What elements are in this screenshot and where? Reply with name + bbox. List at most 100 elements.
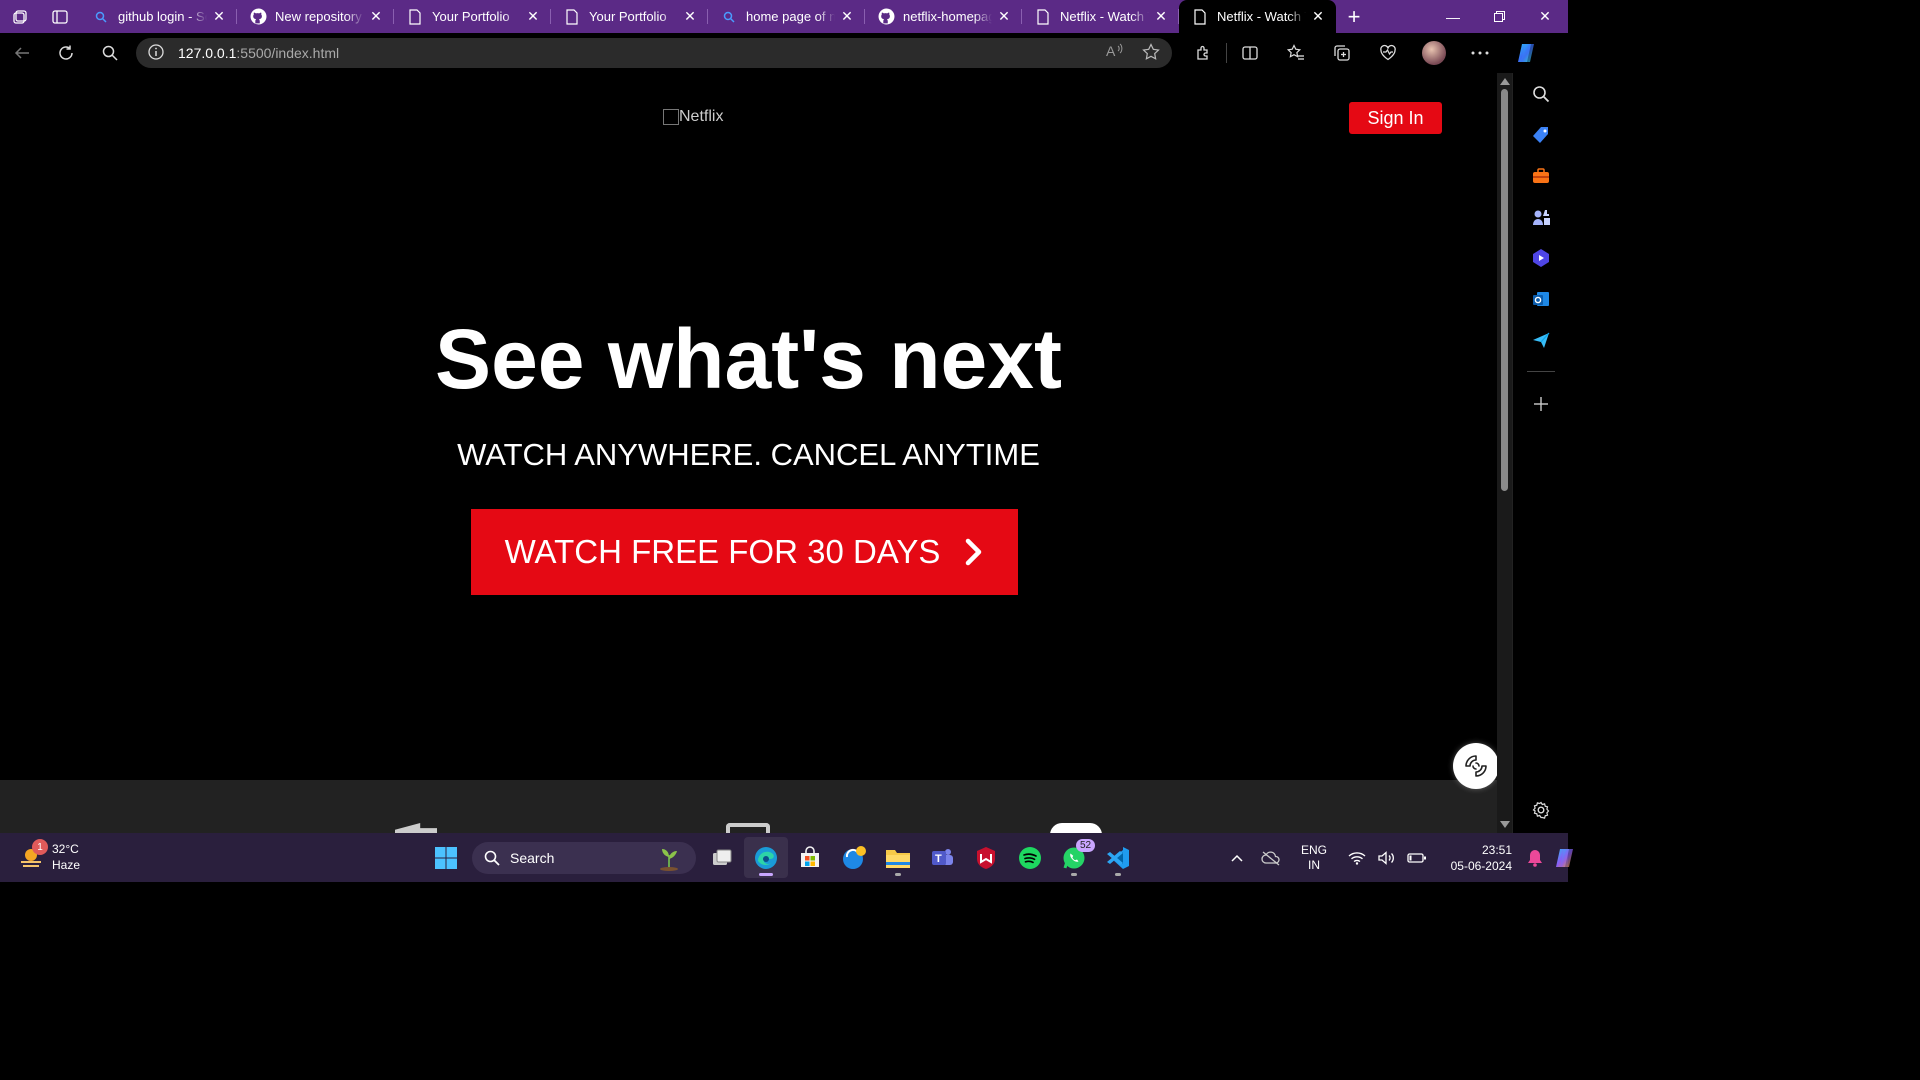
copilot-icon[interactable]	[1503, 33, 1549, 73]
notification-count-badge: 52	[1076, 839, 1096, 852]
running-indicator	[895, 873, 901, 876]
tools-briefcase-icon[interactable]	[1529, 164, 1553, 188]
github-icon	[249, 8, 267, 26]
new-tab-button[interactable]: +	[1336, 0, 1372, 33]
close-icon[interactable]: ✕	[682, 8, 698, 25]
read-aloud-icon[interactable]: A	[1106, 43, 1124, 64]
split-screen-icon[interactable]	[1227, 33, 1273, 73]
browser-essentials-icon[interactable]	[1365, 33, 1411, 73]
close-icon[interactable]: ✕	[1153, 8, 1169, 25]
minimize-button[interactable]: —	[1430, 0, 1476, 33]
shopping-tag-icon[interactable]	[1529, 123, 1553, 147]
floating-assistant-button[interactable]	[1453, 743, 1497, 789]
taskbar-search-label: Search	[510, 849, 555, 866]
task-view-icon[interactable]	[700, 837, 744, 878]
sign-in-button[interactable]: Sign In	[1349, 102, 1442, 134]
hero-subtitle: WATCH ANYWHERE. CANCEL ANYTIME	[457, 437, 1040, 472]
system-tray: ENG IN 23:51 05-06-2024	[1222, 833, 1580, 882]
watch-free-button[interactable]: WATCH FREE FOR 30 DAYS	[471, 509, 1018, 595]
weather-widget[interactable]: 1 32°C Haze	[18, 839, 81, 873]
collections-icon[interactable]	[1319, 33, 1365, 73]
close-icon[interactable]: ✕	[839, 8, 855, 25]
close-icon[interactable]: ✕	[1310, 8, 1326, 25]
microsoft-store-icon[interactable]	[788, 837, 832, 878]
whatsapp-icon[interactable]: 52	[1052, 837, 1096, 878]
vertical-scrollbar[interactable]	[1497, 73, 1512, 833]
tab-home-page-search[interactable]: home page of ne ✕	[708, 0, 865, 33]
clock-time: 23:51	[1481, 842, 1512, 857]
chevron-up-icon[interactable]	[1222, 854, 1252, 862]
start-button[interactable]	[424, 837, 468, 878]
netflix-logo[interactable]: Netflix	[663, 108, 723, 126]
tab-title: New repository	[275, 9, 362, 24]
mcafee-icon[interactable]	[964, 837, 1008, 878]
close-window-button[interactable]: ✕	[1522, 0, 1568, 33]
tab-your-portfolio-1[interactable]: Your Portfolio ✕	[394, 0, 551, 33]
close-icon[interactable]: ✕	[211, 8, 227, 25]
sidebar-search-icon[interactable]	[1529, 82, 1553, 106]
cloud-offline-icon[interactable]	[1256, 850, 1286, 866]
tab-title: github login - Se	[118, 9, 207, 24]
cta-label: WATCH FREE FOR 30 DAYS	[504, 533, 941, 570]
teams-icon[interactable]: T	[920, 837, 964, 878]
add-sidebar-app-icon[interactable]	[1529, 392, 1553, 416]
notification-bell-icon[interactable]	[1520, 849, 1550, 867]
svg-text:A: A	[1106, 43, 1116, 59]
weather-temp: 32°C	[52, 842, 79, 856]
lang-line-2: IN	[1308, 857, 1320, 872]
clock[interactable]: 23:51 05-06-2024	[1442, 842, 1512, 874]
extensions-icon[interactable]	[1180, 33, 1226, 73]
close-icon[interactable]: ✕	[525, 8, 541, 25]
wifi-icon[interactable]	[1342, 851, 1372, 865]
tab-your-portfolio-2[interactable]: Your Portfolio ✕	[551, 0, 708, 33]
weather-app-icon[interactable]	[832, 837, 876, 878]
vscode-icon[interactable]	[1096, 837, 1140, 878]
broken-image-icon	[663, 109, 679, 125]
tab-netflix-watch-1[interactable]: Netflix - Watch T ✕	[1022, 0, 1179, 33]
workspaces-icon[interactable]	[0, 0, 40, 33]
volume-icon[interactable]	[1372, 850, 1402, 865]
github-icon	[877, 8, 895, 26]
file-explorer-icon[interactable]	[876, 837, 920, 878]
close-icon[interactable]: ✕	[996, 8, 1012, 25]
price-tag-icon	[1050, 823, 1102, 833]
address-bar[interactable]: 127.0.0.1:5500/index.html A	[136, 38, 1172, 68]
language-indicator[interactable]: ENG IN	[1292, 843, 1336, 873]
taskbar-search[interactable]: Search	[472, 841, 696, 874]
favorites-icon[interactable]	[1273, 33, 1319, 73]
scrollbar-thumb[interactable]	[1501, 89, 1508, 491]
page-viewport: Netflix Sign In See what's next WATCH AN…	[0, 73, 1497, 833]
weather-condition: Haze	[52, 858, 81, 872]
favorite-star-icon[interactable]	[1142, 42, 1160, 64]
back-icon[interactable]	[0, 33, 44, 73]
scroll-up-arrow[interactable]	[1500, 78, 1510, 85]
games-icon[interactable]	[1529, 205, 1553, 229]
tab-title: netflix-homepag	[903, 9, 992, 24]
copilot-taskbar-icon[interactable]	[1550, 846, 1580, 870]
restore-button[interactable]	[1476, 0, 1522, 33]
site-info-icon[interactable]	[148, 43, 164, 63]
spotify-icon[interactable]	[1008, 837, 1052, 878]
profile-avatar[interactable]	[1411, 33, 1457, 73]
tab-netflix-homepage-github[interactable]: netflix-homepag ✕	[865, 0, 1022, 33]
tab-title: Netflix - Watch T	[1060, 9, 1149, 24]
search-icon[interactable]	[88, 33, 132, 73]
tab-new-repository[interactable]: New repository ✕	[237, 0, 394, 33]
battery-icon[interactable]	[1402, 852, 1432, 864]
send-icon[interactable]	[1529, 328, 1553, 352]
close-icon[interactable]: ✕	[368, 8, 384, 25]
more-options-icon[interactable]	[1457, 33, 1503, 73]
scroll-down-arrow[interactable]	[1500, 821, 1510, 828]
refresh-icon[interactable]	[44, 33, 88, 73]
tab-netflix-watch-active[interactable]: Netflix - Watch T ✕	[1179, 0, 1336, 33]
url-path: :5500/index.html	[236, 45, 340, 61]
outlook-icon[interactable]	[1529, 287, 1553, 311]
tab-actions-icon[interactable]	[40, 0, 80, 33]
edge-taskbar-icon[interactable]	[744, 837, 788, 878]
copilot-sidebar-icon[interactable]	[1529, 246, 1553, 270]
page-icon	[1034, 8, 1052, 26]
sidebar-settings-icon[interactable]	[1529, 798, 1553, 822]
tab-github-login[interactable]: github login - Se ✕	[80, 0, 237, 33]
tab-title: Your Portfolio	[589, 9, 667, 24]
windows-taskbar: 1 32°C Haze Search T 52 ENG IN 23:51 05-…	[0, 833, 1573, 882]
